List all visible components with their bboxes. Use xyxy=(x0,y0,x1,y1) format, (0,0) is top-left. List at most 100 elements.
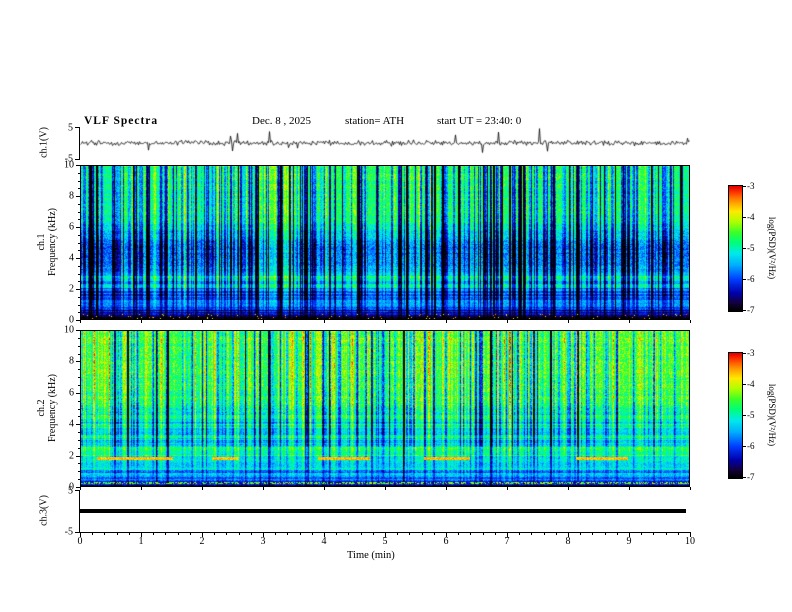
x-tick-label: 9 xyxy=(626,536,632,547)
spec1-y-minor-tick xyxy=(78,234,80,236)
spec1-y-tick-label: 8 xyxy=(69,190,74,202)
spec2-x-tick xyxy=(324,487,325,490)
spec1-y-minor-tick xyxy=(78,180,80,182)
spec1-x-tick xyxy=(568,320,569,323)
x-minor-tick xyxy=(482,532,484,535)
spec2-y-minor-tick xyxy=(78,432,80,434)
vlf-spectra-figure: VLF Spectra Dec. 8 , 2025 station= ATH s… xyxy=(0,0,792,612)
colorbar-tick xyxy=(743,384,746,385)
ch1wave-tick-label: -5 xyxy=(64,153,73,165)
spec1-y-minor-tick xyxy=(78,281,80,283)
spec1-x-tick xyxy=(385,320,386,323)
ch3wave-tick-label: 5 xyxy=(68,485,73,497)
x-minor-tick xyxy=(409,532,411,535)
x-axis-title: Time (min) xyxy=(347,550,395,561)
x-minor-tick xyxy=(153,532,155,535)
spec2-y-major-tick xyxy=(76,392,80,394)
x-minor-tick xyxy=(287,532,289,535)
x-minor-tick xyxy=(336,532,338,535)
ch2-spectrogram-panel xyxy=(80,330,690,487)
colorbar-tick xyxy=(743,477,746,478)
x-tick-label: 6 xyxy=(443,536,449,547)
spec1-y-minor-tick xyxy=(78,296,80,298)
spec1-x-tick xyxy=(629,320,630,323)
spec2-y-tick-label: 2 xyxy=(69,450,74,462)
spec1-y-major-tick xyxy=(76,320,80,321)
spec2-x-tick xyxy=(141,487,142,490)
colorbar-tick-label: -5 xyxy=(747,410,755,420)
colorbar-tick-label: -4 xyxy=(747,212,755,222)
spec2-x-tick xyxy=(507,487,508,490)
colorbar-ch1 xyxy=(728,185,743,312)
x-minor-tick xyxy=(555,532,557,535)
x-minor-tick xyxy=(177,532,179,535)
spec1-y-minor-tick xyxy=(78,172,80,174)
x-minor-tick xyxy=(165,532,167,535)
x-minor-tick xyxy=(92,532,94,535)
ch1-axis-line1: ch.1 xyxy=(36,233,47,251)
colorbar-tick-label: -5 xyxy=(747,243,755,253)
x-minor-tick xyxy=(519,532,521,535)
spec2-y-major-tick xyxy=(76,455,80,457)
colorbar-ch2 xyxy=(728,352,743,479)
spec1-y-major-tick xyxy=(76,227,80,228)
x-tick-label: 3 xyxy=(260,536,266,547)
colorbar-ch1-label: log(PSD)(V²/Hz) xyxy=(767,216,777,280)
spec2-y-minor-tick xyxy=(78,463,80,465)
spec2-x-tick xyxy=(568,487,569,490)
x-minor-tick xyxy=(214,532,216,535)
ch1wave-tick xyxy=(75,159,79,160)
spec1-y-minor-tick xyxy=(78,211,80,213)
spec1-x-tick xyxy=(507,320,508,323)
spec2-y-minor-tick xyxy=(78,337,80,339)
x-minor-tick xyxy=(348,532,350,535)
x-minor-tick xyxy=(677,532,679,535)
ch2-axis-line1: ch.2 xyxy=(36,399,47,417)
start-ut-label: start UT = 23:40: 0 xyxy=(437,115,522,127)
x-minor-tick xyxy=(104,532,106,535)
spec2-y-minor-tick xyxy=(78,447,80,449)
colorbar-tick-label: -6 xyxy=(747,441,755,451)
ch2-spectrogram xyxy=(81,331,689,486)
x-minor-tick xyxy=(641,532,643,535)
colorbar-tick-label: -7 xyxy=(747,472,755,482)
colorbar-tick xyxy=(743,279,746,280)
colorbar-ch2-gradient xyxy=(729,353,742,478)
x-minor-tick xyxy=(580,532,582,535)
x-tick-label: 1 xyxy=(138,536,144,547)
x-minor-tick xyxy=(494,532,496,535)
spec2-y-minor-tick xyxy=(78,353,80,355)
spec2-y-minor-tick xyxy=(78,345,80,347)
x-tick-label: 5 xyxy=(382,536,388,547)
colorbar-tick xyxy=(743,353,746,354)
spec1-y-minor-tick xyxy=(78,188,80,190)
spec2-y-minor-tick xyxy=(78,471,80,473)
x-minor-tick xyxy=(128,532,130,535)
spec2-y-minor-tick xyxy=(78,479,80,481)
colorbar-ch1-gradient xyxy=(729,186,742,311)
x-minor-tick xyxy=(250,532,252,535)
x-tick-label: 0 xyxy=(77,536,83,547)
spec2-y-tick-label: 6 xyxy=(69,387,74,399)
spec2-y-tick-label: 10 xyxy=(64,324,74,336)
x-minor-tick xyxy=(592,532,594,535)
spec1-y-minor-tick xyxy=(78,203,80,205)
spec2-y-major-tick xyxy=(76,487,80,488)
x-minor-tick xyxy=(189,532,191,535)
spec2-y-major-tick xyxy=(76,424,80,426)
colorbar-tick-label: -3 xyxy=(747,181,755,191)
ch1-axis-line2: Frequency (kHz) xyxy=(47,207,58,277)
colorbar-ch2-label: log(PSD)(V²/Hz) xyxy=(767,383,777,447)
spec1-x-tick xyxy=(80,320,81,323)
x-tick-label: 7 xyxy=(504,536,510,547)
x-minor-tick xyxy=(275,532,277,535)
spec2-x-tick xyxy=(263,487,264,490)
x-minor-tick xyxy=(311,532,313,535)
ch1-spectrogram-panel xyxy=(80,165,690,320)
date-label: Dec. 8 , 2025 xyxy=(252,115,311,127)
x-minor-tick xyxy=(543,532,545,535)
spec2-x-tick xyxy=(629,487,630,490)
colorbar-tick xyxy=(743,310,746,311)
spec1-x-tick xyxy=(690,320,691,323)
spec1-x-tick xyxy=(324,320,325,323)
